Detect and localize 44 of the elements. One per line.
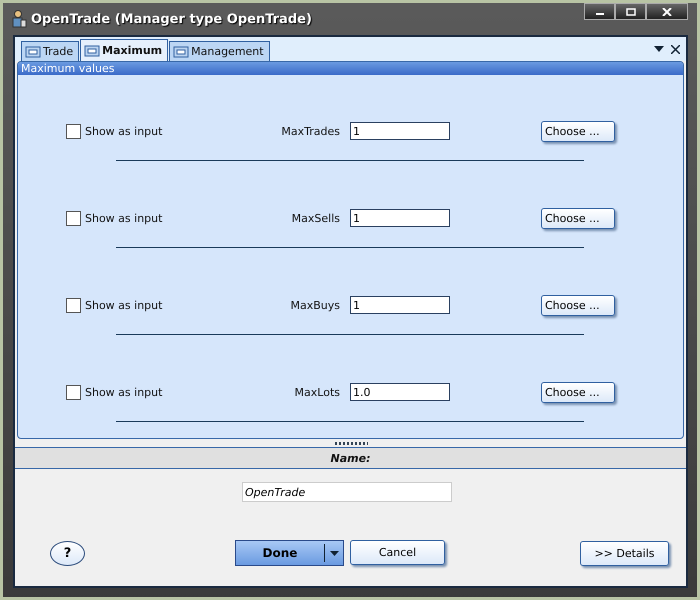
done-button[interactable]: Done [235,540,344,566]
tab[interactable]: Maximum [80,39,168,61]
minimize-button[interactable] [584,3,615,20]
details-button[interactable]: >> Details [580,540,669,566]
window-icon [84,44,100,56]
checkbox[interactable] [66,384,81,400]
window-icon [173,46,190,58]
input-field[interactable]: 1 [350,122,450,140]
panel-title: Maximum values [21,62,114,75]
field-label: MaxLots [294,386,340,398]
close-icon [662,8,672,16]
checkbox-label: Show as input [85,298,162,312]
checkbox[interactable] [66,298,81,312]
dropdown-icon[interactable] [654,46,664,52]
close-button[interactable] [646,3,688,20]
splitter-handle[interactable] [334,442,368,444]
checkbox[interactable] [66,124,81,138]
app-icon [11,10,27,28]
choose-button[interactable]: Choose ... [541,120,615,142]
field-label: MaxSells [290,212,340,224]
input-field[interactable]: 1.0 [350,383,450,401]
input-field[interactable]: 1 [350,209,450,227]
checkbox-label: Show as input [85,212,162,224]
cancel-button[interactable]: Cancel [350,540,445,565]
close-icon[interactable] [671,44,680,54]
choose-button[interactable]: Choose ... [541,294,615,316]
checkbox-label: Show as input [85,124,162,138]
caret-icon [330,550,339,556]
window-icon [25,46,41,58]
field-label: MaxBuys [290,298,340,312]
maximize-button[interactable] [615,3,646,20]
maximize-icon [626,8,636,16]
help-button[interactable]: ? [50,540,85,566]
choose-button[interactable]: Choose ... [541,208,615,228]
name-field[interactable]: OpenTrade [242,482,452,502]
checkbox[interactable] [66,210,81,226]
field-label: MaxTrades [280,124,340,138]
checkbox-label: Show as input [85,386,162,398]
tab[interactable]: Management [169,41,270,61]
name-label: Name: [330,452,370,464]
choose-button[interactable]: Choose ... [541,382,615,402]
input-field[interactable]: 1 [350,296,450,314]
window-title: OpenTrade (Manager type OpenTrade) [31,12,312,26]
tab[interactable]: Trade [21,41,80,61]
